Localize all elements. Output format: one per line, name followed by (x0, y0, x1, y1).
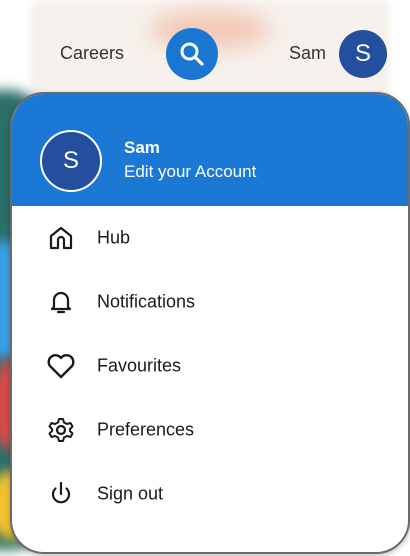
menu-item-label: Notifications (97, 291, 196, 312)
search-icon (180, 42, 204, 66)
account-header[interactable]: S Sam Edit your Account (12, 94, 408, 206)
bell-icon (46, 287, 76, 317)
avatar-button[interactable]: S (339, 30, 387, 78)
menu-item-label: Sign out (97, 483, 164, 504)
menu-avatar: S (40, 130, 102, 192)
careers-link[interactable]: Careers (60, 43, 124, 64)
account-name: Sam (124, 138, 160, 157)
account-dropdown-menu: S Sam Edit your Account Hub Notification… (10, 92, 410, 554)
power-icon (46, 479, 76, 509)
home-icon (46, 223, 76, 253)
edit-account-link[interactable]: Edit your Account (124, 162, 256, 182)
gear-icon (46, 415, 76, 445)
menu-item-notifications[interactable]: Notifications (12, 270, 408, 334)
heart-icon (46, 351, 76, 381)
menu-item-sign-out[interactable]: Sign out (12, 462, 408, 526)
search-button[interactable] (166, 28, 218, 80)
menu-item-hub[interactable]: Hub (12, 206, 408, 270)
user-name[interactable]: Sam (289, 43, 326, 64)
menu-item-label: Favourites (97, 355, 182, 376)
menu-item-label: Hub (97, 227, 131, 248)
menu-item-favourites[interactable]: Favourites (12, 334, 408, 398)
menu-items: Hub Notifications Favourites Preferences… (12, 206, 408, 526)
top-navigation: Careers Sam S (0, 0, 410, 95)
menu-item-preferences[interactable]: Preferences (12, 398, 408, 462)
menu-item-label: Preferences (97, 419, 195, 440)
